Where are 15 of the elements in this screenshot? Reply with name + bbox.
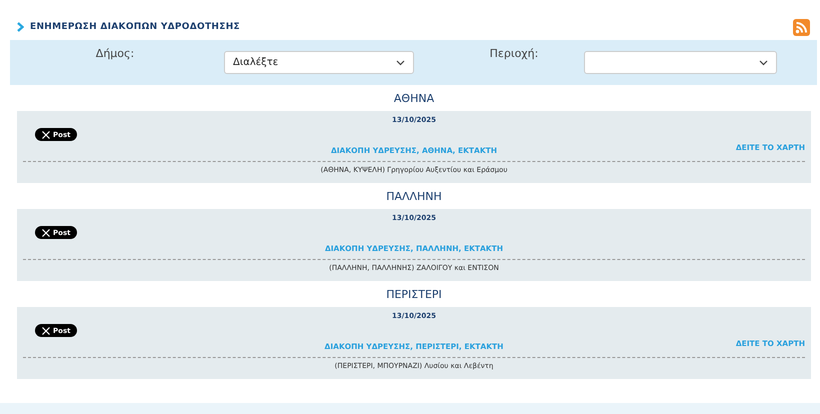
section-heading: ΠΑΛΛΗΝΗ	[385, 189, 443, 205]
caret-icon	[759, 60, 768, 66]
filter-label: Περιοχή:	[488, 47, 540, 60]
select-field[interactable]: Διαλέξτε	[224, 51, 414, 74]
select-field[interactable]	[584, 51, 777, 74]
filter-label: Δήμος:	[94, 47, 136, 60]
chevron-icon	[17, 22, 24, 32]
x-logo-icon	[42, 326, 50, 334]
x-logo-icon	[42, 228, 50, 236]
section-heading: ΠΕΡΙΣΤΕΡΙ	[385, 287, 443, 303]
section-heading: ΑΘΗΝΑ	[392, 91, 436, 107]
caret-icon	[396, 60, 405, 66]
rss-icon[interactable]	[793, 18, 810, 36]
page-title: ΕΝΗΜΕΡΩΣΗ ΔΙΑΚΟΠΩΝ ΥΔΡΟΔΟΤΗΣΗΣ	[30, 22, 240, 32]
x-logo-icon	[42, 130, 50, 138]
